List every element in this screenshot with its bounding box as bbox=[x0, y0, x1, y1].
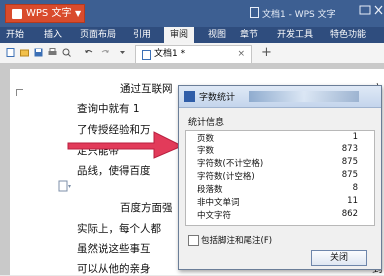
stat-label-chinese-chars: 中文字符 bbox=[197, 211, 232, 221]
undo-icon[interactable] bbox=[84, 48, 93, 57]
margin-marker bbox=[16, 89, 23, 96]
menu-chapter[interactable]: 章节 bbox=[240, 27, 258, 43]
tab-label: 文档1 * bbox=[154, 49, 186, 59]
wps-menu-label: WPS 文字 bbox=[26, 8, 72, 19]
title-bar: WPS 文字 ▼ 文档1 - WPS 文字 bbox=[0, 0, 384, 27]
text-line: 查询中就有 1 bbox=[77, 103, 140, 115]
wps-menu-button[interactable]: WPS 文字 ▼ bbox=[5, 4, 85, 23]
blurred-region bbox=[249, 91, 359, 102]
window-controls bbox=[359, 5, 383, 15]
wps-logo-icon bbox=[12, 9, 22, 19]
dialog-app-icon bbox=[184, 91, 195, 102]
menu-review[interactable]: 审阅 bbox=[164, 27, 195, 43]
stat-label-chars-with-spaces: 字符数(计空格) bbox=[197, 172, 255, 182]
menu-bar: 开始 插入 页面布局 引用 审阅 视图 章节 开发工具 特色功能 bbox=[0, 27, 384, 43]
close-window-icon[interactable] bbox=[374, 5, 383, 15]
save-icon[interactable] bbox=[34, 48, 43, 57]
stat-label-words: 字数 bbox=[197, 146, 215, 156]
new-document-icon[interactable] bbox=[6, 48, 15, 57]
annotation-arrow bbox=[67, 131, 184, 159]
stat-value-pages: 1 bbox=[352, 132, 358, 142]
maximize-icon[interactable] bbox=[359, 5, 371, 15]
include-footnotes-checkbox[interactable] bbox=[188, 235, 199, 246]
menu-references[interactable]: 引用 bbox=[133, 27, 151, 43]
chevron-down-icon: ▼ bbox=[75, 9, 82, 18]
tab-document1[interactable]: 文档1 * × bbox=[135, 45, 252, 63]
dialog-title-bar[interactable]: 字数统计 bbox=[179, 86, 381, 108]
menu-developer[interactable]: 开发工具 bbox=[277, 27, 313, 43]
open-folder-icon[interactable] bbox=[20, 48, 29, 57]
stat-value-paragraphs: 8 bbox=[352, 183, 358, 193]
new-tab-button[interactable]: + bbox=[261, 45, 272, 60]
stat-label-pages: 页数 bbox=[197, 134, 215, 144]
menu-view[interactable]: 视图 bbox=[208, 27, 226, 43]
menu-features[interactable]: 特色功能 bbox=[330, 27, 366, 43]
word-count-dialog: 字数统计 统计信息 页数 1 字数 873 字符数(不计空格) 875 字符数(… bbox=[178, 85, 382, 270]
print-preview-icon[interactable] bbox=[62, 48, 71, 57]
document-icon bbox=[142, 50, 151, 60]
stat-value-non-chinese-words: 11 bbox=[347, 196, 358, 206]
menu-home[interactable]: 开始 bbox=[6, 27, 24, 43]
text-line: 通过互联网 bbox=[120, 83, 173, 95]
stat-label-paragraphs: 段落数 bbox=[197, 185, 223, 195]
statistics-group: 页数 1 字数 873 字符数(不计空格) 875 字符数(计空格) 875 段… bbox=[185, 130, 375, 226]
text-line: 实际上，每个人都 bbox=[77, 223, 161, 235]
redo-icon[interactable] bbox=[101, 48, 110, 57]
close-tab-icon[interactable]: × bbox=[237, 46, 245, 62]
dialog-title: 字数统计 bbox=[199, 93, 236, 103]
stat-value-words: 873 bbox=[341, 144, 358, 154]
print-icon[interactable] bbox=[48, 48, 57, 57]
window-title: 文档1 - WPS 文字 bbox=[250, 7, 336, 20]
text-line: 虽然说这些事互 bbox=[77, 243, 151, 255]
stat-value-chars-with-spaces: 875 bbox=[341, 170, 358, 180]
include-footnotes-label: 包括脚注和尾注(F) bbox=[201, 236, 273, 246]
menu-page-layout[interactable]: 页面布局 bbox=[80, 27, 116, 43]
close-button[interactable]: 关闭 bbox=[311, 250, 367, 266]
stat-label-chars-no-spaces: 字符数(不计空格) bbox=[197, 159, 264, 169]
text-line: 品线，使得百度 bbox=[77, 165, 151, 177]
stat-label-non-chinese-words: 非中文单词 bbox=[197, 198, 240, 208]
statistics-section-title: 统计信息 bbox=[188, 118, 225, 128]
window-title-text: 文档1 - WPS 文字 bbox=[262, 10, 336, 20]
toolbar-more-icon[interactable] bbox=[118, 48, 127, 57]
text-line: 可以从他的亲身 bbox=[77, 263, 151, 275]
stat-value-chinese-chars: 862 bbox=[341, 209, 358, 219]
menu-insert[interactable]: 插入 bbox=[44, 27, 62, 43]
quick-access-toolbar: 文档1 * × + bbox=[0, 43, 384, 64]
stat-value-chars-no-spaces: 875 bbox=[341, 157, 358, 167]
paragraph-icon[interactable] bbox=[58, 180, 72, 192]
document-icon bbox=[250, 7, 259, 18]
text-line: 百度方面强 bbox=[120, 202, 173, 214]
